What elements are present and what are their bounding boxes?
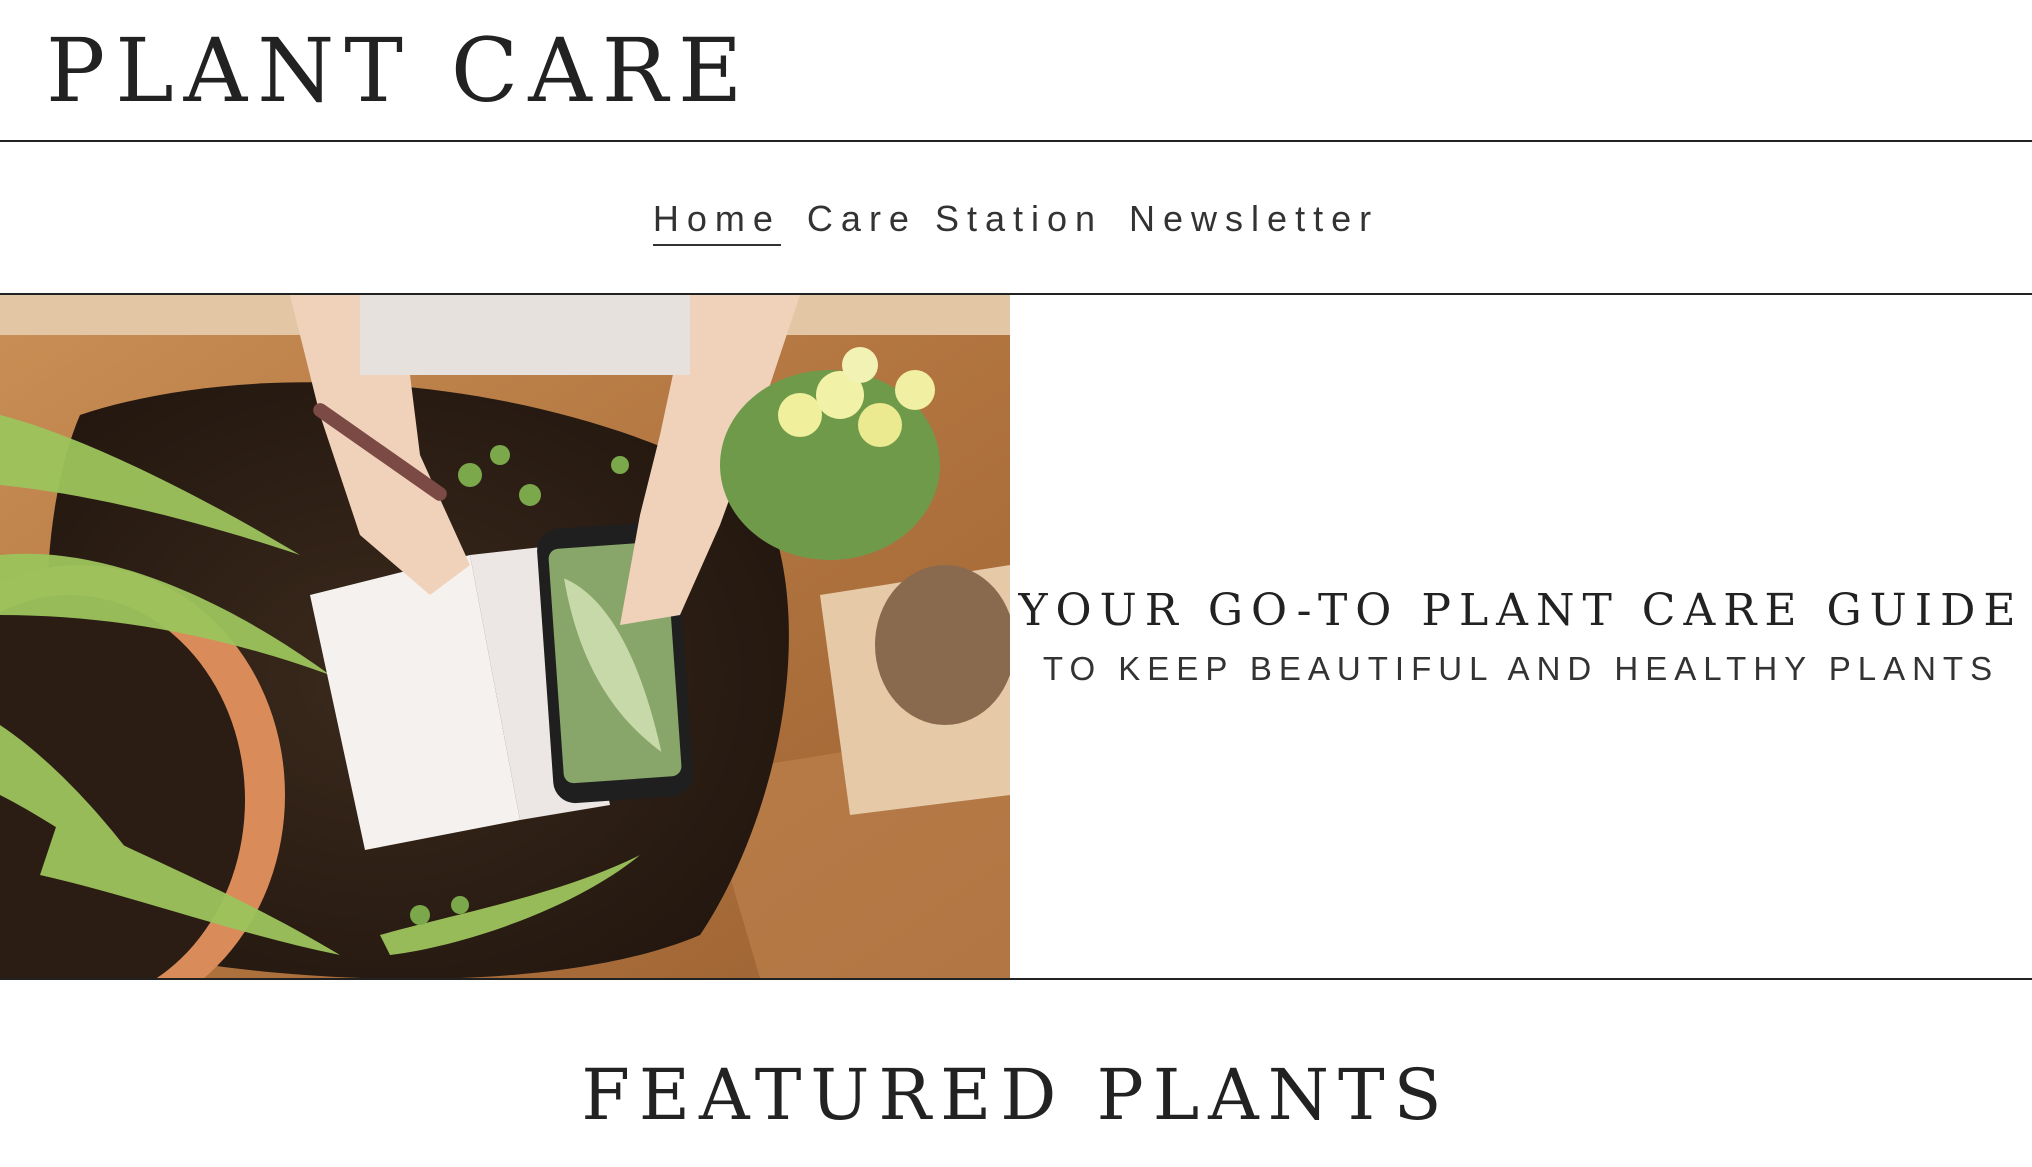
hero-image: [0, 295, 1010, 978]
nav-item-newsletter[interactable]: Newsletter: [1129, 198, 1379, 246]
nav-links: Home Care Station Newsletter: [652, 198, 1379, 246]
site-header: PLANT CARE: [0, 0, 2032, 142]
main-nav: Home Care Station Newsletter: [0, 142, 2032, 295]
hero-title: YOUR GO-TO PLANT CARE GUIDE: [1018, 585, 2024, 636]
nav-item-home[interactable]: Home: [652, 198, 781, 246]
hero-text: YOUR GO-TO PLANT CARE GUIDE TO KEEP BEAU…: [1010, 295, 2032, 978]
nav-item-care-station[interactable]: Care Station: [807, 198, 1103, 246]
site-title[interactable]: PLANT CARE: [46, 12, 752, 130]
hero-subtitle: TO KEEP BEAUTIFUL AND HEALTHY PLANTS: [1042, 650, 2000, 687]
hero-section: YOUR GO-TO PLANT CARE GUIDE TO KEEP BEAU…: [0, 295, 2032, 980]
featured-plants-heading: FEATURED PLANTS: [581, 1054, 1451, 1136]
